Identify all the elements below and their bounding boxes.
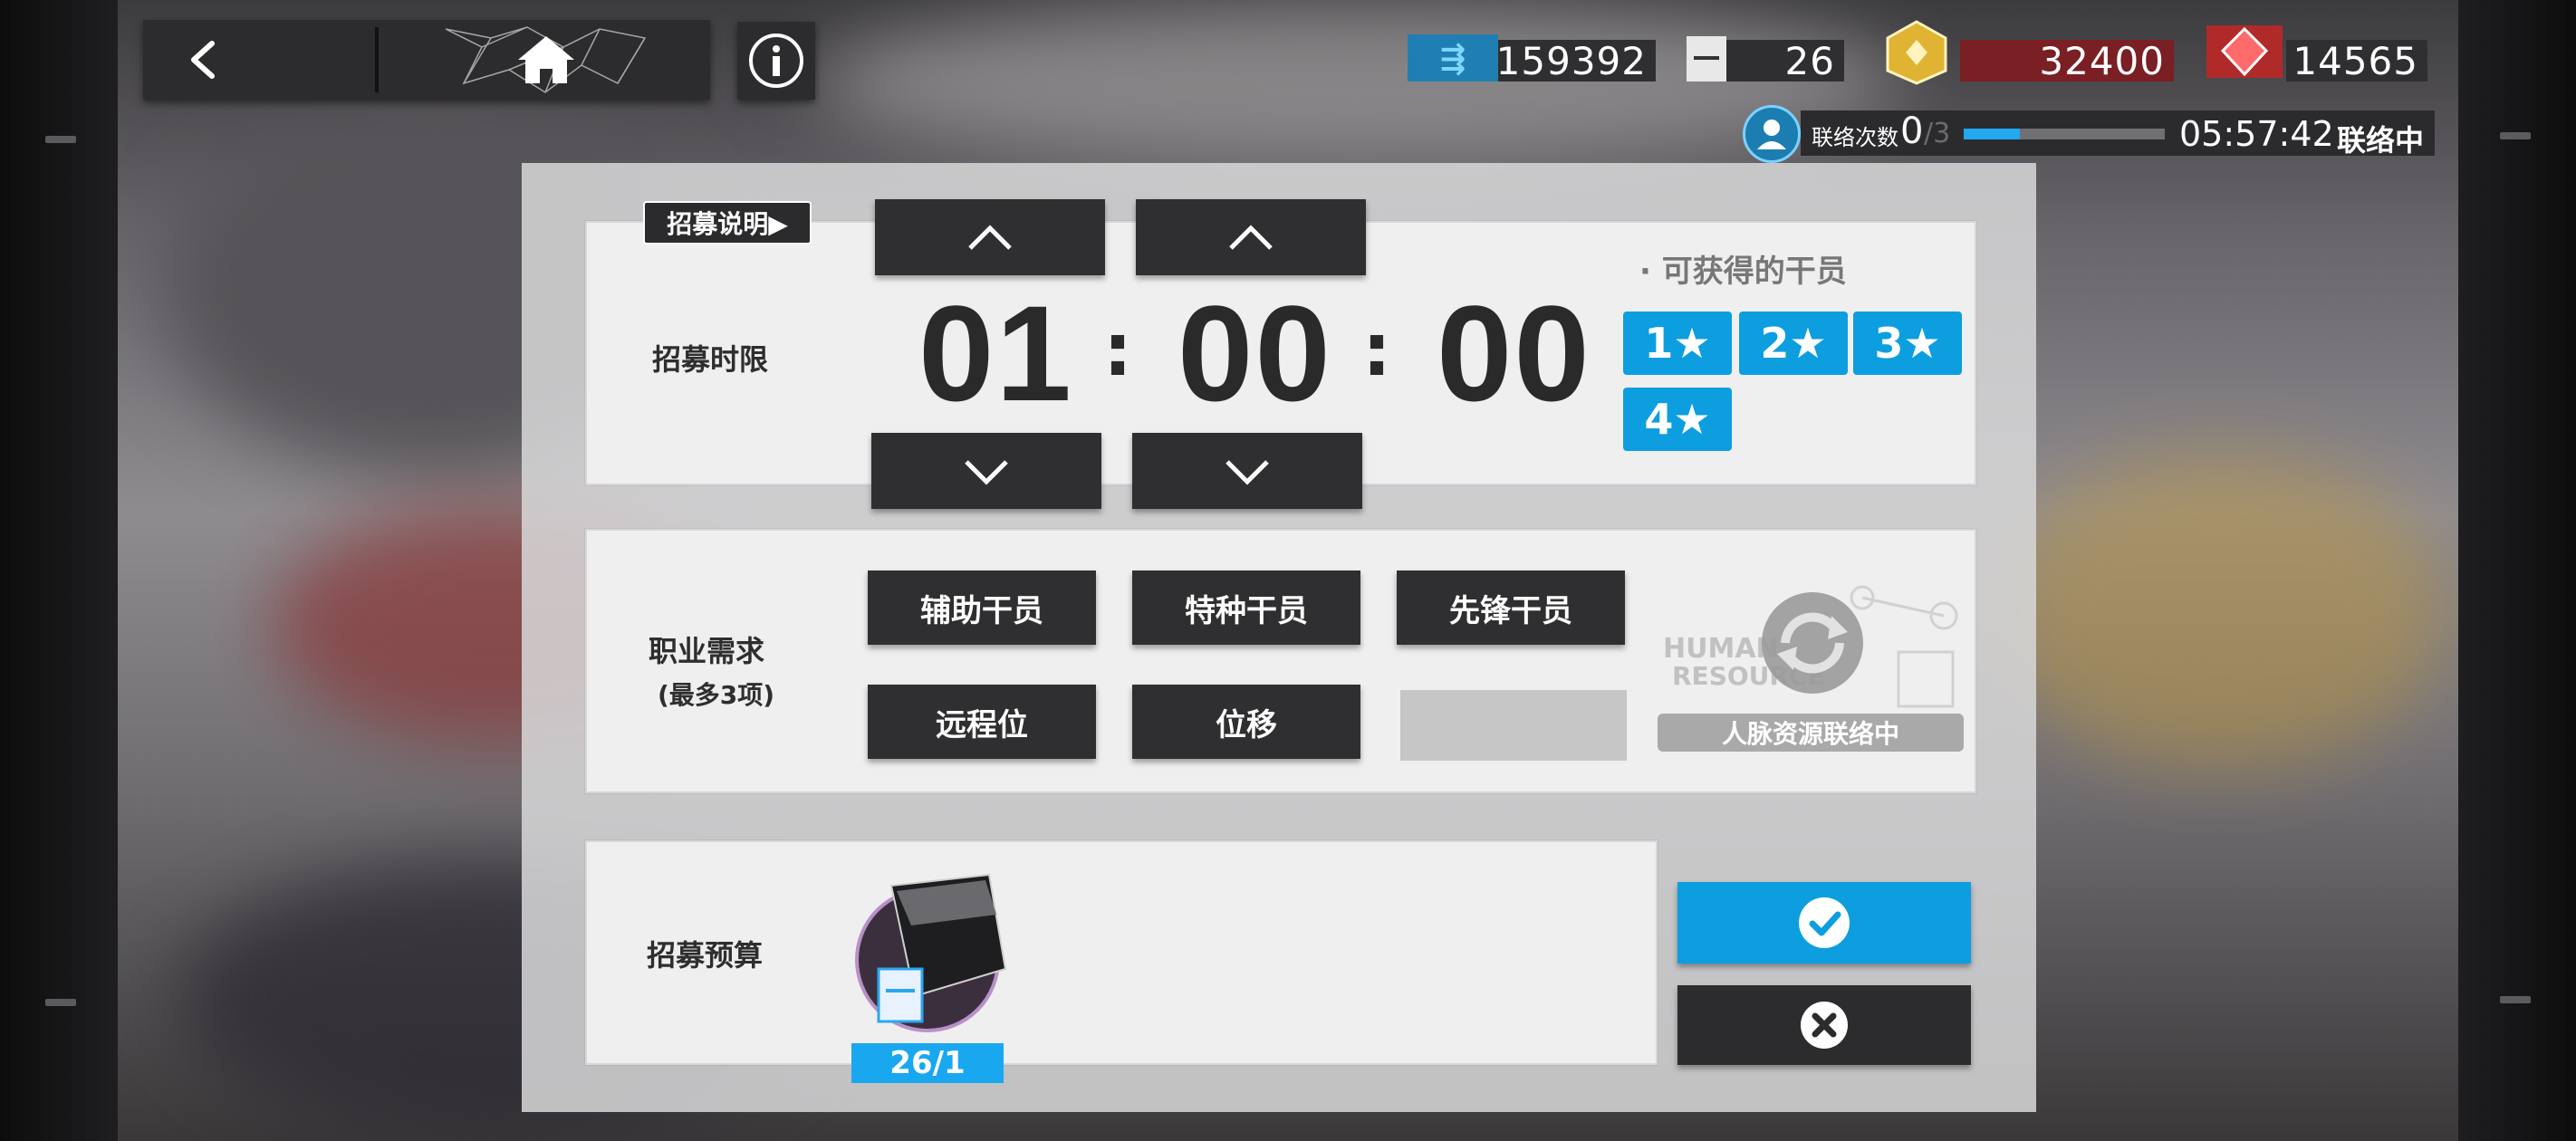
refresh-icon: HUMAN RESOURCE: [1663, 585, 1958, 708]
time-label: 招募时限: [652, 342, 769, 377]
permit-bag-icon: [855, 873, 1007, 1032]
chevron-down-icon: [1226, 460, 1269, 485]
edge-mark: [2500, 996, 2531, 1003]
budget-label: 招募预算: [647, 938, 764, 973]
nav-divider: [375, 27, 379, 92]
tag-ranged[interactable]: 远程位: [868, 685, 1096, 759]
tag-supporter[interactable]: 辅助干员: [868, 570, 1096, 645]
right-edge: [2458, 0, 2576, 1141]
minutes-display: 00: [1177, 277, 1332, 429]
back-button[interactable]: [143, 20, 375, 100]
contact-avatar-icon: [1743, 105, 1801, 163]
svg-text:⇶: ⇶: [1440, 41, 1466, 77]
left-edge: [0, 0, 118, 1141]
permit-icon: [1687, 36, 1726, 82]
star-4-badge: 4★: [1623, 388, 1732, 451]
tag-vanguard[interactable]: 先锋干员: [1397, 570, 1625, 645]
star-1-badge: 1★: [1623, 312, 1732, 375]
close-icon: [1801, 1002, 1848, 1049]
chevron-down-icon: [965, 460, 1008, 485]
dot-icon: ·: [1639, 254, 1662, 290]
minute-down-button[interactable]: [1132, 433, 1362, 509]
contact-count: 0: [1900, 110, 1924, 152]
budget-value: 26/1: [851, 1043, 1004, 1083]
star-3-badge: 3★: [1853, 312, 1962, 375]
originium-icon: [2203, 18, 2286, 83]
lmd-icon: ⇶: [1408, 34, 1498, 82]
nav-bar: [143, 20, 710, 100]
tag-shift[interactable]: 位移: [1132, 685, 1360, 759]
edge-mark: [2500, 132, 2531, 139]
hr-logo: HUMAN RESOURCE: [1654, 580, 1971, 724]
minute-up-button[interactable]: [1136, 199, 1366, 275]
tags-label: 职业需求: [649, 634, 765, 668]
home-icon: [518, 36, 574, 83]
checkmark-icon: [1799, 897, 1850, 948]
star-2-badge: 2★: [1739, 312, 1848, 375]
svg-text:HUMAN: HUMAN: [1663, 633, 1779, 665]
recruit-guide-button[interactable]: 招募说明▶: [643, 201, 812, 244]
contact-bar: 联络次数 0 /3 05:57:42 联络中: [1801, 110, 2435, 158]
contact-progress-fill: [1964, 129, 2021, 139]
recruitment-permit-item: [837, 860, 1018, 1041]
edge-mark: [45, 999, 76, 1006]
contact-status: 联络中: [2337, 123, 2425, 158]
hours-display: 01: [918, 277, 1073, 429]
permit-value: 26: [1726, 39, 1844, 83]
contact-time: 05:57:42: [2179, 114, 2334, 154]
obtainable-text: 可获得的干员: [1661, 254, 1847, 290]
contact-max: /3: [1924, 118, 1951, 149]
obtainable-label: · 可获得的干员: [1639, 246, 1847, 291]
cancel-button[interactable]: [1677, 985, 1971, 1065]
info-icon: [749, 34, 803, 88]
colon-1: :: [1103, 308, 1132, 392]
hour-down-button[interactable]: [871, 433, 1101, 509]
tag-specialist[interactable]: 特种干员: [1132, 570, 1360, 645]
contact-label: 联络次数: [1812, 125, 1898, 150]
chevron-up-icon: [1229, 225, 1273, 250]
hour-up-button[interactable]: [875, 199, 1105, 275]
tags-sub-label: (最多3项): [658, 680, 775, 710]
gold-hex-icon: [1873, 20, 1960, 85]
info-button[interactable]: [737, 22, 815, 100]
gold-hex-value: 32400: [1960, 39, 2174, 83]
originium-value: 14565: [2286, 39, 2427, 83]
chevron-left-icon: [191, 41, 215, 79]
colon-2: :: [1362, 308, 1391, 392]
chevron-up-icon: [968, 225, 1012, 250]
lmd-value: 159392: [1496, 39, 1656, 83]
contact-progress: [1964, 129, 2165, 139]
tag-empty-slot: [1400, 690, 1627, 761]
seconds-display: 00: [1437, 277, 1591, 429]
home-button[interactable]: [380, 20, 710, 100]
hr-status: 人脉资源联络中: [1658, 714, 1964, 752]
edge-mark: [45, 136, 76, 143]
confirm-button[interactable]: [1677, 882, 1971, 964]
